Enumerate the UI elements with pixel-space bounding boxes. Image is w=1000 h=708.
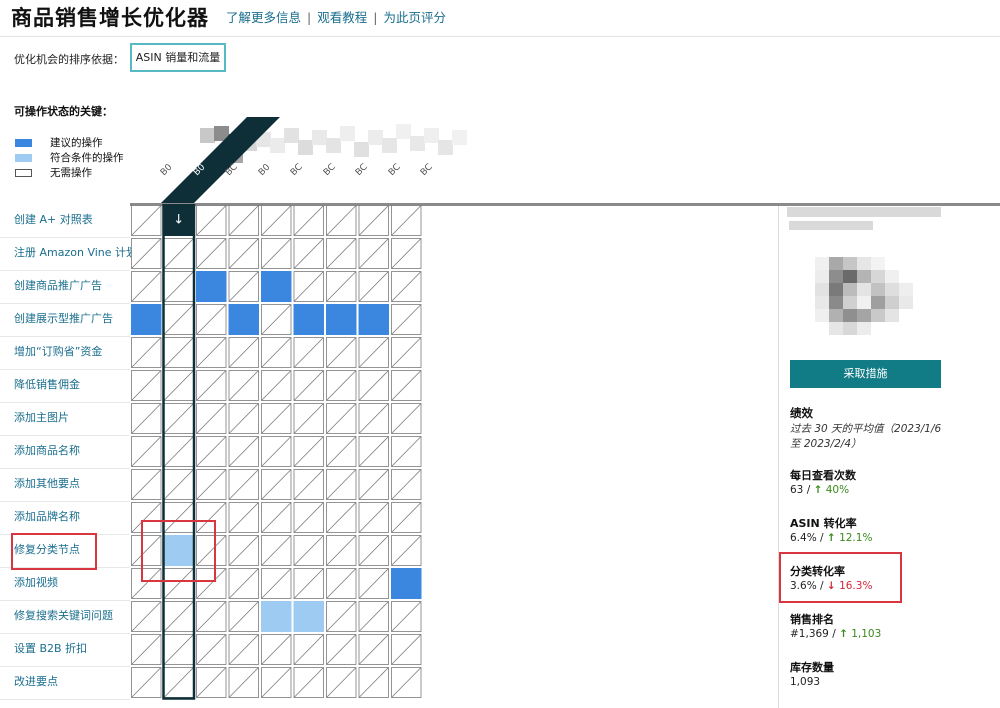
header-divider <box>0 36 1000 37</box>
metric-value-row: #1,369 / ↑ 1,103 <box>790 628 881 640</box>
blurred-product-title <box>787 207 941 217</box>
key-item-label: 符合条件的操作 <box>50 152 124 164</box>
metric-change: 40% <box>825 484 850 496</box>
blurred-product-subtitle <box>789 221 873 230</box>
rate-page-link[interactable]: 为此页评分 <box>383 10 446 25</box>
sort-select[interactable]: ASIN 销量和流量 <box>130 43 226 72</box>
panel-divider <box>778 206 779 708</box>
metric-change: 16.3% <box>839 580 873 592</box>
row-label[interactable]: 添加品牌名称 <box>14 503 80 536</box>
metric-title: ASIN 转化率 <box>790 517 857 530</box>
row-divider <box>0 369 130 370</box>
watch-tutorial-link[interactable]: 观看教程 <box>317 10 367 25</box>
row-label[interactable]: 增加“订购省”资金 <box>14 338 102 371</box>
arrow-up-icon: ↑ <box>839 628 848 640</box>
page-title: 商品销售增长优化器 <box>11 6 209 30</box>
metric-title: 销售排名 <box>790 613 834 626</box>
action-cell[interactable] <box>358 304 389 335</box>
performance-period: 过去 30 天的平均值（2023/1/6 <box>790 423 942 435</box>
product-image <box>815 257 913 335</box>
row-label[interactable]: 添加商品名称 <box>14 437 80 470</box>
action-cell[interactable] <box>261 601 292 632</box>
no-action-swatch <box>15 169 32 177</box>
row-divider <box>0 699 130 700</box>
key-title: 可操作状态的关键： <box>14 105 113 118</box>
performance-title: 绩效 <box>790 406 813 420</box>
row-divider <box>0 468 130 469</box>
annotation-box-row-label <box>11 533 97 570</box>
arrow-down-icon: ↓ <box>826 580 836 592</box>
metric-value: #1,369 / <box>790 628 836 640</box>
learn-more-link[interactable]: 了解更多信息 <box>226 10 301 25</box>
metric-title: 库存数量 <box>790 661 834 674</box>
row-label[interactable]: 创建展示型推广广告 <box>14 305 113 338</box>
key-item-label: 建议的操作 <box>50 137 103 149</box>
metric-title: 每日查看次数 <box>790 469 856 482</box>
performance-period-end: 至 2023/2/4） <box>790 438 862 450</box>
key-item-label: 无需操作 <box>50 167 92 179</box>
row-divider <box>0 270 130 271</box>
row-label[interactable]: 添加其他要点 <box>14 470 80 503</box>
action-cell[interactable] <box>131 304 162 335</box>
arrow-down-icon[interactable]: ↓ <box>173 213 184 228</box>
recommended-swatch <box>15 139 32 147</box>
row-label[interactable]: 注册 Amazon Vine 计划 <box>14 239 137 272</box>
row-divider <box>0 633 130 634</box>
row-divider <box>0 666 130 667</box>
row-label[interactable]: 添加主图片 <box>14 404 69 437</box>
row-divider <box>0 435 130 436</box>
take-action-button[interactable]: 采取措施 <box>790 360 941 388</box>
row-divider <box>0 336 130 337</box>
metric-change: 1,103 <box>851 628 882 640</box>
row-label[interactable]: 添加视频 <box>14 569 58 602</box>
annotation-box-cell <box>141 520 216 582</box>
row-label[interactable]: 降低销售佣金 <box>14 371 80 404</box>
link-separator: | <box>307 10 312 25</box>
action-cell[interactable] <box>293 601 324 632</box>
row-label[interactable]: 创建商品推广广告 <box>14 272 102 305</box>
metric-value-row: 3.6% / ↓ 16.3% <box>790 580 872 592</box>
action-cell[interactable] <box>261 271 292 302</box>
selected-column-header[interactable] <box>160 116 280 206</box>
link-separator: | <box>373 10 378 25</box>
arrow-up-icon: ↑ <box>826 532 836 544</box>
metric-value: 6.4% / <box>790 532 824 544</box>
metric-value: 1,093 <box>790 676 821 688</box>
row-divider <box>0 600 130 601</box>
row-divider <box>0 501 130 502</box>
metric-title: 分类转化率 <box>790 565 845 578</box>
action-grid: ↓ <box>131 204 422 700</box>
header-links: 了解更多信息 | 观看教程 | 为此页评分 <box>226 7 446 26</box>
row-divider <box>0 237 130 238</box>
action-cell[interactable] <box>196 271 227 302</box>
sort-label: 优化机会的排序依据： <box>14 53 124 66</box>
metric-value: 63 / <box>790 484 811 496</box>
row-divider <box>0 402 130 403</box>
row-divider <box>0 303 130 304</box>
metric-change: 12.1% <box>839 532 873 544</box>
action-cell[interactable] <box>228 304 259 335</box>
metric-value-row: 6.4% / ↑ 12.1% <box>790 532 872 544</box>
action-cell[interactable] <box>326 304 357 335</box>
action-cell[interactable] <box>293 304 324 335</box>
arrow-up-icon: ↑ <box>813 484 823 496</box>
row-label[interactable]: 创建 A+ 对照表 <box>14 206 93 239</box>
row-label[interactable]: 设置 B2B 折扣 <box>14 635 87 668</box>
metric-value: 3.6% / <box>790 580 824 592</box>
action-cell[interactable] <box>391 568 422 599</box>
row-label[interactable]: 修复搜索关键词问题 <box>14 602 113 635</box>
eligible-swatch <box>15 154 32 162</box>
metric-value-row: 63 / ↑ 40% <box>790 484 849 496</box>
row-label[interactable]: 改进要点 <box>14 668 58 701</box>
